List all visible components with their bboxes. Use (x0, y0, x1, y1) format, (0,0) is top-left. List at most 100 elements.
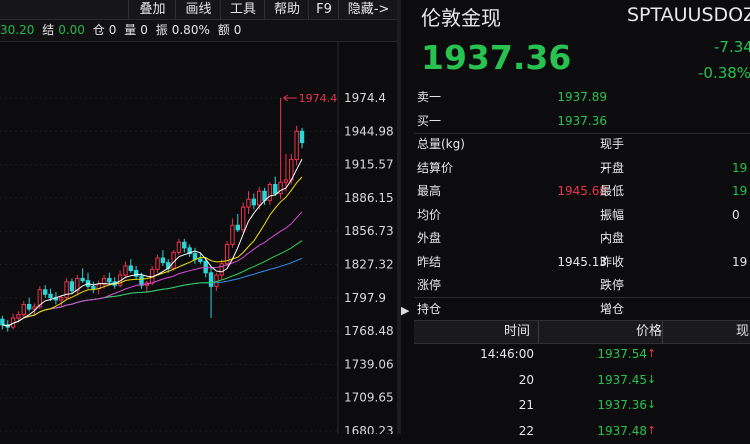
quote-label: 外盘 (417, 231, 442, 245)
y-tick-label: 1797.9 (344, 291, 386, 305)
trade-row: 22 1937.48 ↑ (414, 418, 750, 444)
header-extra: 现 (736, 324, 750, 339)
candle-body (251, 198, 257, 206)
quote-row: 持仓 - 增仓 (414, 298, 750, 321)
trade-row: 21 1937.36 ↓ (414, 392, 750, 418)
quote-label-2: 振幅 (600, 207, 625, 222)
quote-label: 持仓 (417, 301, 442, 316)
quote-label: 最高 (417, 184, 442, 198)
candle-body (230, 224, 235, 245)
quote-label: 结算价 (417, 160, 454, 175)
info-amplitude-label: 振 (155, 23, 168, 37)
quote-row: 卖一 1937.89 (414, 86, 750, 109)
quote-label-2: 跌停 (600, 278, 625, 292)
last-price: 1937.36 (421, 38, 572, 77)
quote-row: 买一 1937.36 (414, 110, 750, 133)
candle-body (69, 281, 75, 292)
info-settle-value: 0.00 (58, 23, 85, 37)
candle-body (235, 224, 241, 231)
y-tick-label: 1915.57 (344, 158, 394, 172)
candle-body (26, 303, 32, 310)
arrow-down-icon: ↓ (647, 398, 657, 411)
header-price: 价格 (635, 324, 662, 339)
candle-body (43, 289, 48, 295)
trade-time: 14:46:00 (480, 347, 534, 361)
quote-label-2: 昨收 (600, 254, 625, 269)
candle-body (91, 285, 96, 290)
trade-row: 20 1937.45 ↓ (414, 367, 750, 393)
collapse-arrow-icon[interactable]: ▶ (401, 303, 413, 319)
quote-label-2: 开盘 (600, 160, 625, 175)
quote-row: 涨停 - 跌停 (414, 274, 750, 297)
candle-body (48, 293, 53, 299)
arrow-down-icon: ↓ (647, 372, 657, 386)
candle-body (208, 272, 214, 287)
quote-label-2: 增仓 (600, 301, 625, 316)
quote-row: 均价 - 振幅 0 (414, 204, 750, 227)
trade-price: 1937.36 (597, 398, 647, 412)
candle-body (16, 314, 21, 319)
candle-body (240, 206, 246, 231)
trade-price: 1937.48 (597, 423, 647, 438)
candle-body (0, 318, 5, 326)
chart-toolbar: 叠加 画线 工具 帮助 F9 隐藏-> (0, 0, 397, 20)
info-partial-value: 30.20 (0, 23, 35, 37)
quote-label-2: 最低 (600, 184, 625, 198)
trade-time: 21 (518, 398, 534, 412)
quote-label-2: 内盘 (600, 231, 625, 245)
quote-label: 卖一 (417, 90, 442, 104)
quote-value: 1937.36 (557, 113, 607, 128)
price-change: -7.34 (714, 38, 750, 56)
trade-row: 14:46:00 1937.54 ↑ (414, 341, 750, 367)
arrow-up-icon: ↑ (647, 423, 657, 437)
header-separator (538, 321, 539, 343)
quote-row: 昨结 1945.13 昨收 19 (414, 251, 750, 274)
info-amount-label: 额 (217, 23, 230, 37)
quote-value-2: 19 (732, 160, 748, 175)
y-tick-label: 1827.32 (344, 257, 394, 271)
overlay-button[interactable]: 叠加 (128, 0, 176, 19)
y-tick-label: 1944.98 (344, 124, 394, 138)
candle-body (257, 190, 262, 206)
y-tick-label: 1886.15 (344, 191, 394, 205)
info-settle-label: 结 (42, 23, 55, 37)
f9-button[interactable]: F9 (308, 0, 339, 19)
candle-body (299, 130, 305, 144)
candle-body (246, 198, 251, 208)
tools-button[interactable]: 工具 (220, 0, 265, 19)
quote-row: 结算价 - 开盘 19 (414, 157, 750, 180)
candle-body (176, 241, 182, 253)
panel-divider[interactable] (397, 0, 401, 434)
draw-line-button[interactable]: 画线 (175, 0, 221, 19)
candle-body (155, 257, 160, 270)
candle-body (107, 277, 112, 283)
candle-info-bar: 30.20 结 0.00 仓0 量0 振 0.80% 额0 (0, 20, 397, 42)
price-change-percent: -0.38% (698, 64, 750, 82)
quote-label: 昨结 (417, 254, 442, 269)
quote-value: 1937.89 (557, 90, 607, 104)
quote-label: 均价 (417, 207, 442, 222)
quote-value-2: 19 (732, 184, 748, 198)
y-tick-label: 1768.48 (344, 324, 394, 338)
info-amount-value: 0 (233, 23, 242, 37)
arrow-up-icon: ↑ (647, 347, 657, 360)
header-time: 时间 (503, 324, 530, 339)
candle-body (219, 263, 224, 276)
instrument-code: SPTAUUSDOZ (627, 4, 750, 26)
info-volume-value: 0 (140, 23, 148, 37)
info-volume-label: 量 (124, 23, 137, 37)
y-tick-label: 1709.65 (344, 391, 394, 405)
quote-value-2: 0 (732, 207, 740, 222)
candle-body (128, 265, 134, 272)
candle-body (273, 183, 278, 195)
candle-body (80, 277, 85, 282)
y-tick-label: 1974.4 (344, 91, 386, 105)
hide-panel-button[interactable]: 隐藏-> (338, 0, 398, 19)
quote-panel: 伦敦金现 SPTAUUSDOZ 1937.36 -7.34 -0.38% 卖一 1… (414, 0, 750, 438)
quote-label: 买一 (417, 113, 442, 128)
header-separator (662, 321, 663, 343)
candlestick-chart[interactable]: 1974.4 1944.98 1915.57 1886.15 1856.73 1827.3… (0, 42, 397, 434)
candle-body (59, 297, 64, 301)
help-button[interactable]: 帮助 (264, 0, 309, 19)
trade-price: 1937.54 (597, 347, 647, 361)
